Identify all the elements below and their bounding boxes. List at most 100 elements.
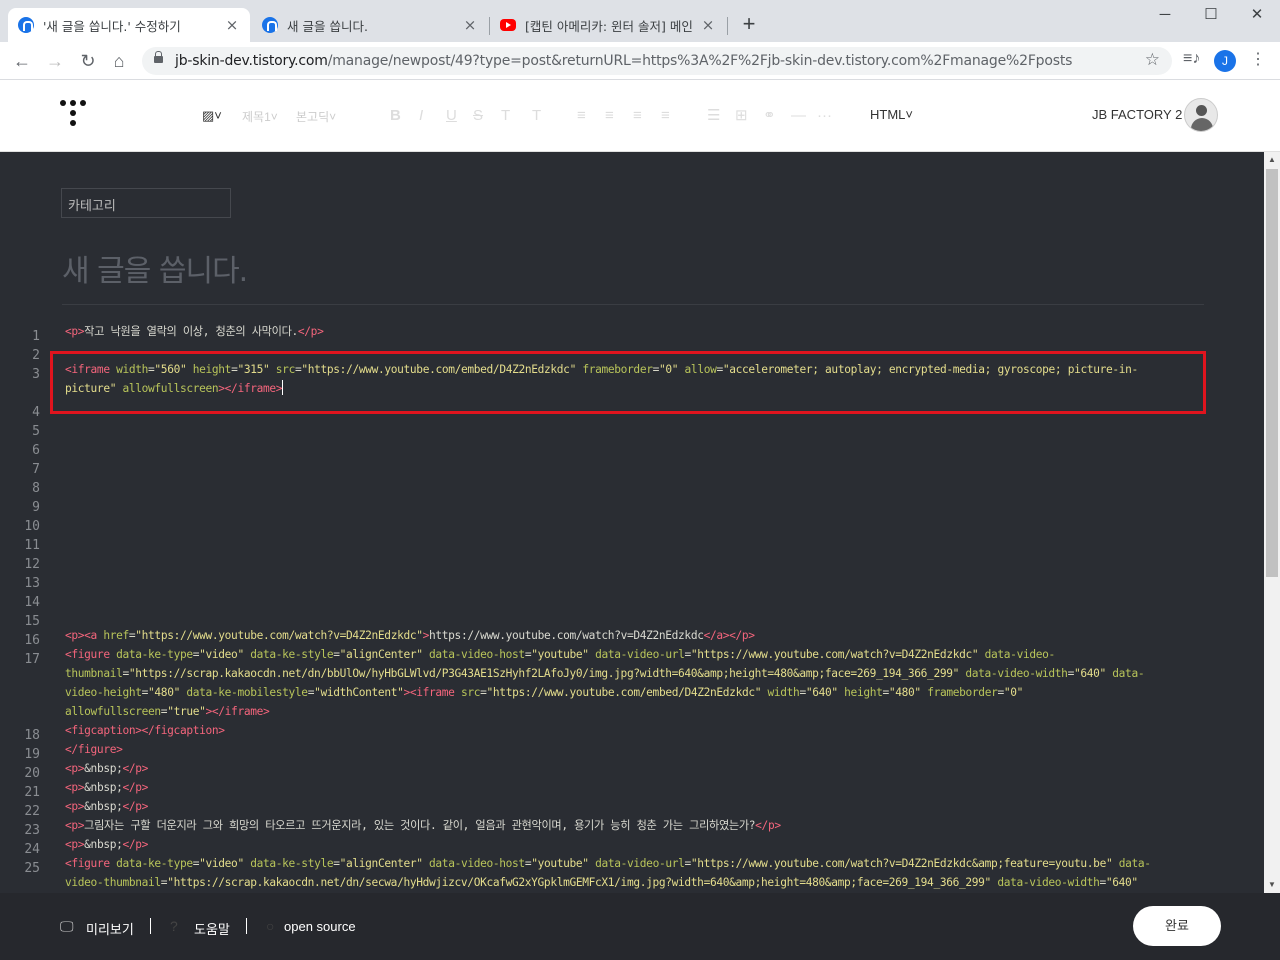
line-number: 3 (32, 367, 40, 382)
horizontal-rule-icon[interactable]: — (791, 107, 806, 125)
paragraph-text: 그림자는 구할 더운지라 그와 희망의 타오르고 뜨거운지라, 있는 것이다. … (84, 819, 756, 832)
more-icon[interactable]: ··· (817, 107, 832, 125)
background-color-icon[interactable]: T (532, 107, 541, 125)
blog-name[interactable]: JB FACTORY 2 (1092, 107, 1182, 122)
list-icon[interactable]: ☰ (707, 107, 720, 125)
open-source-link[interactable]: open source (284, 919, 356, 934)
highlight-annotation-box (50, 351, 1206, 414)
browser-tab-newpost[interactable]: 새 글을 씁니다. × (252, 8, 488, 42)
url-text: jb-skin-dev.tistory.com/manage/newpost/4… (175, 53, 1072, 69)
code-line-24[interactable]: <p>&nbsp;</p> (65, 835, 1195, 854)
tab-close-icon[interactable]: × (224, 16, 240, 34)
video-thumbnail: https://scrap.kakaocdn.net/dn/bbUlOw/hyH… (135, 667, 953, 680)
back-button[interactable]: ← (11, 50, 33, 72)
line-number: 24 (24, 842, 40, 857)
browser-profile-avatar[interactable]: J (1214, 50, 1236, 72)
bold-icon[interactable]: B (390, 107, 401, 125)
code-line-17-wrap1[interactable]: thumbnail="https://scrap.kakaocdn.net/dn… (65, 664, 1195, 683)
editor-scrollbar[interactable]: ▲ ▼ (1264, 152, 1280, 893)
line-number: 2 (32, 348, 40, 363)
tab-title: '새 글을 씁니다.' 수정하기 (43, 18, 181, 34)
line-number: 19 (24, 747, 40, 762)
browser-menu-icon[interactable]: ⋮ (1250, 49, 1266, 69)
title-divider (62, 304, 1204, 305)
done-button[interactable]: 완료 (1133, 906, 1221, 946)
code-line-19[interactable]: </figure> (65, 740, 1195, 759)
code-line-17[interactable]: <figure data-ke-type="video" data-ke-sty… (65, 645, 1195, 664)
tab-close-icon[interactable]: × (700, 16, 716, 34)
heading-select[interactable]: 제목1˅ (242, 108, 278, 125)
editor-footer: 🖵 미리보기 ? 도움말 ○ open source 완료 (0, 893, 1280, 960)
line-number: 13 (24, 576, 40, 591)
bookmark-star-icon[interactable]: ☆ (1145, 50, 1160, 70)
minimize-button[interactable]: ─ (1142, 4, 1188, 26)
browser-tab-edit[interactable]: '새 글을 씁니다.' 수정하기 × (8, 8, 250, 42)
code-line-21[interactable]: <p>&nbsp;</p> (65, 778, 1195, 797)
font-select[interactable]: 본고딕˅ (296, 108, 336, 125)
link-href: https://www.youtube.com/watch?v=D4Z2nEdz… (141, 629, 417, 642)
tistory-logo-icon[interactable] (60, 100, 86, 130)
editor-body: 카테고리 새 글을 씁니다. 1 2 3 4 5 6 7 8 9 10 11 1… (0, 152, 1264, 893)
preview-button[interactable]: 미리보기 (86, 919, 134, 938)
line-number: 18 (24, 728, 40, 743)
align-center-icon[interactable]: ≡ (605, 107, 614, 125)
maximize-button[interactable]: ☐ (1188, 4, 1234, 26)
code-line-22[interactable]: <p>&nbsp;</p> (65, 797, 1195, 816)
scroll-up-arrow-icon[interactable]: ▲ (1264, 152, 1280, 168)
address-bar[interactable]: jb-skin-dev.tistory.com/manage/newpost/4… (142, 47, 1172, 75)
strikethrough-icon[interactable]: S (473, 107, 483, 125)
url-path: /manage/newpost/49?type=post&returnURL=h… (327, 53, 1073, 69)
youtube-favicon-icon (500, 19, 516, 31)
code-line-23[interactable]: <p>그림자는 구할 더운지라 그와 희망의 타오르고 뜨거운지라, 있는 것이… (65, 816, 1195, 835)
home-button[interactable]: ⌂ (108, 50, 130, 72)
new-tab-button[interactable]: + (738, 13, 760, 35)
category-select[interactable]: 카테고리 (61, 188, 231, 218)
user-profile-avatar[interactable] (1184, 98, 1218, 132)
close-window-button[interactable]: ✕ (1234, 4, 1280, 26)
scroll-thumb[interactable] (1266, 169, 1278, 577)
embed-src: https://www.youtube.com/embed/D4Z2nEdzkd… (492, 686, 755, 699)
insert-image-icon[interactable]: ▨˅ (202, 107, 222, 125)
code-line-18[interactable]: <figcaption></figcaption> (65, 721, 1195, 740)
tab-title: 새 글을 씁니다. (287, 18, 368, 34)
tistory-favicon-icon (262, 17, 278, 33)
line-number: 1 (32, 329, 40, 344)
code-line-25-wrap[interactable]: video-thumbnail="https://scrap.kakaocdn.… (65, 873, 1195, 892)
editor-mode-select[interactable]: HTML˅ (870, 107, 913, 122)
help-icon: ? (170, 918, 178, 934)
line-number: 4 (32, 405, 40, 420)
italic-icon[interactable]: I (419, 107, 423, 125)
forward-button[interactable]: → (44, 50, 66, 72)
align-right-icon[interactable]: ≡ (633, 107, 642, 125)
code-line-16[interactable]: <p><a href="https://www.youtube.com/watc… (65, 626, 1195, 645)
link-icon[interactable]: ⚭ (763, 107, 776, 125)
line-number: 9 (32, 500, 40, 515)
align-justify-icon[interactable]: ≡ (661, 107, 670, 125)
monitor-icon: 🖵 (60, 918, 74, 934)
code-line-17-wrap3[interactable]: allowfullscreen="true"></iframe> (65, 702, 1195, 721)
tab-close-icon[interactable]: × (462, 16, 478, 34)
line-number: 22 (24, 804, 40, 819)
scroll-down-arrow-icon[interactable]: ▼ (1264, 877, 1280, 893)
post-title-input[interactable]: 새 글을 씁니다. (62, 246, 248, 290)
code-line-17-wrap2[interactable]: video-height="480" data-ke-mobilestyle="… (65, 683, 1195, 702)
video-thumbnail: https://scrap.kakaocdn.net/dn/secwa/hyHd… (173, 876, 985, 889)
align-left-icon[interactable]: ≡ (577, 107, 586, 125)
help-button[interactable]: 도움말 (194, 919, 230, 938)
editor-header: ▨˅ 제목1˅ 본고딕˅ B I U S T T ≡ ≡ ≡ ≡ ☰ ⊞ ⚭ —… (0, 80, 1280, 152)
footer-separator (150, 918, 151, 934)
link-text: https://www.youtube.com/watch?v=D4Z2nEdz… (429, 629, 704, 642)
text-color-icon[interactable]: T (501, 107, 510, 125)
browser-tab-youtube[interactable]: [캡틴 아메리카: 윈터 솔저] 메인 × (490, 8, 726, 42)
line-number: 15 (24, 614, 40, 629)
code-line-25[interactable]: <figure data-ke-type="video" data-ke-sty… (65, 854, 1195, 873)
underline-icon[interactable]: U (446, 107, 457, 125)
video-url: https://www.youtube.com/watch?v=D4Z2nEdz… (697, 648, 972, 661)
code-line-1[interactable]: <p>작고 낙원을 열락의 이상, 청춘의 사막이다.</p> (65, 322, 1195, 341)
code-line-20[interactable]: <p>&nbsp;</p> (65, 759, 1195, 778)
table-icon[interactable]: ⊞ (735, 107, 748, 125)
line-number: 12 (24, 557, 40, 572)
reload-button[interactable]: ↻ (77, 50, 99, 72)
media-control-icon[interactable]: ≡♪ (1183, 50, 1200, 68)
url-host: jb-skin-dev.tistory.com (175, 53, 328, 69)
